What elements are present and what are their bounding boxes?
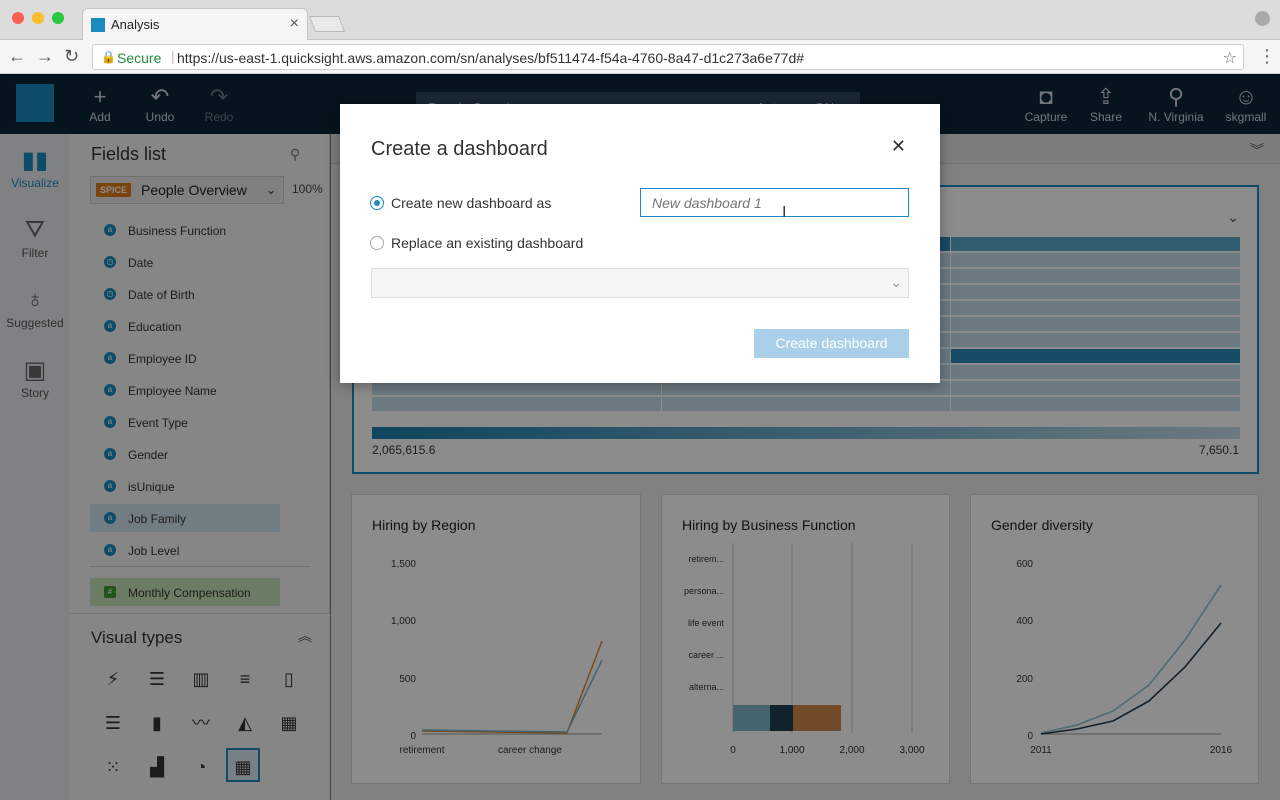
url-separator: | xyxy=(171,48,175,64)
reload-icon[interactable]: ↻ xyxy=(64,46,79,67)
bookmark-star-icon[interactable]: ☆ xyxy=(1223,48,1237,68)
browser-tab-bar: Analysis × xyxy=(0,0,1280,40)
back-icon[interactable]: ← xyxy=(8,46,26,67)
text-cursor-icon: I xyxy=(782,204,787,221)
replace-existing-label[interactable]: Replace an existing dashboard xyxy=(391,235,583,251)
new-tab-button[interactable] xyxy=(309,16,345,32)
url-text: https://us-east-1.quicksight.aws.amazon.… xyxy=(177,50,805,66)
create-new-label[interactable]: Create new dashboard as xyxy=(391,195,551,211)
close-tab-icon[interactable]: × xyxy=(290,15,299,33)
url-field[interactable]: 🔒 Secure | https://us-east-1.quicksight.… xyxy=(92,44,1244,70)
chevron-down-icon: ⌄ xyxy=(890,274,902,290)
existing-dashboard-select[interactable]: ⌄ xyxy=(371,268,909,298)
browser-menu-icon[interactable]: ⋮ xyxy=(1258,46,1276,67)
dialog-title: Create a dashboard xyxy=(371,138,548,160)
create-new-radio[interactable] xyxy=(370,196,384,210)
dashboard-name-input[interactable] xyxy=(640,188,909,217)
browser-tab[interactable]: Analysis × xyxy=(82,8,308,40)
replace-existing-radio[interactable] xyxy=(370,236,384,250)
secure-label: Secure xyxy=(117,50,162,66)
minimize-window-icon[interactable] xyxy=(32,12,44,24)
close-window-icon[interactable] xyxy=(12,12,24,24)
forward-icon[interactable]: → xyxy=(36,46,54,67)
lock-icon: 🔒 xyxy=(101,50,116,64)
maximize-window-icon[interactable] xyxy=(52,12,64,24)
profile-icon[interactable] xyxy=(1255,11,1270,26)
create-dashboard-dialog: Create a dashboard ✕ Create new dashboar… xyxy=(340,104,940,383)
tab-title: Analysis xyxy=(111,17,160,32)
create-dashboard-button[interactable]: Create dashboard xyxy=(754,329,909,358)
address-bar-row: ← → ↻ 🔒 Secure | https://us-east-1.quick… xyxy=(0,40,1280,74)
quicksight-favicon-icon xyxy=(91,18,105,32)
close-icon[interactable]: ✕ xyxy=(891,136,906,157)
